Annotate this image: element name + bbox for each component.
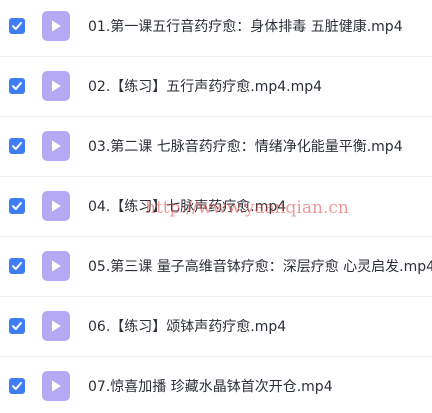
row-divider xyxy=(0,296,432,297)
video-file-icon xyxy=(42,131,70,161)
check-icon xyxy=(12,262,22,270)
list-item[interactable]: 05.第三课 量子高维音钵疗愈：深层疗愈 心灵启发.mp4 xyxy=(0,240,432,292)
list-item[interactable]: 03.第二课 七脉音药疗愈：情绪净化能量平衡.mp4 xyxy=(0,120,432,172)
check-icon xyxy=(12,322,22,330)
list-item[interactable]: 06.【练习】颂钵声药疗愈.mp4 xyxy=(0,300,432,352)
row-divider xyxy=(0,56,432,57)
check-icon xyxy=(12,202,22,210)
check-icon xyxy=(12,82,22,90)
row-divider xyxy=(0,356,432,357)
row-checkbox[interactable] xyxy=(9,138,25,154)
play-icon xyxy=(52,140,61,152)
file-name[interactable]: 04.【练习】七脉声药疗愈.mp4 xyxy=(88,196,286,216)
row-checkbox[interactable] xyxy=(9,378,25,394)
check-icon xyxy=(12,382,22,390)
row-divider xyxy=(0,176,432,177)
video-file-icon xyxy=(42,11,70,41)
list-item[interactable]: 04.【练习】七脉声药疗愈.mp4 xyxy=(0,180,432,232)
video-file-icon xyxy=(42,71,70,101)
file-name[interactable]: 03.第二课 七脉音药疗愈：情绪净化能量平衡.mp4 xyxy=(88,136,403,156)
row-divider xyxy=(0,236,432,237)
play-icon xyxy=(52,320,61,332)
video-file-icon xyxy=(42,311,70,341)
row-checkbox[interactable] xyxy=(9,258,25,274)
list-item[interactable]: 07.惊喜加播 珍藏水晶钵首次开仓.mp4 xyxy=(0,360,432,412)
check-icon xyxy=(12,22,22,30)
file-list: 01.第一课五行音药疗愈：身体排毒 五脏健康.mp4 02.【练习】五行声药疗愈… xyxy=(0,0,432,413)
play-icon xyxy=(52,80,61,92)
file-name[interactable]: 06.【练习】颂钵声药疗愈.mp4 xyxy=(88,316,286,336)
play-icon xyxy=(52,260,61,272)
row-checkbox[interactable] xyxy=(9,318,25,334)
file-name[interactable]: 07.惊喜加播 珍藏水晶钵首次开仓.mp4 xyxy=(88,376,333,396)
file-name[interactable]: 02.【练习】五行声药疗愈.mp4.mp4 xyxy=(88,76,322,96)
video-file-icon xyxy=(42,191,70,221)
file-name[interactable]: 05.第三课 量子高维音钵疗愈：深层疗愈 心灵启发.mp4 xyxy=(88,256,432,276)
video-file-icon xyxy=(42,251,70,281)
list-item[interactable]: 02.【练习】五行声药疗愈.mp4.mp4 xyxy=(0,60,432,112)
check-icon xyxy=(12,142,22,150)
video-file-icon xyxy=(42,371,70,401)
row-checkbox[interactable] xyxy=(9,198,25,214)
play-icon xyxy=(52,200,61,212)
row-divider xyxy=(0,116,432,117)
row-checkbox[interactable] xyxy=(9,18,25,34)
play-icon xyxy=(52,380,61,392)
list-item[interactable]: 01.第一课五行音药疗愈：身体排毒 五脏健康.mp4 xyxy=(0,0,432,52)
row-checkbox[interactable] xyxy=(9,78,25,94)
play-icon xyxy=(52,20,61,32)
file-name[interactable]: 01.第一课五行音药疗愈：身体排毒 五脏健康.mp4 xyxy=(88,16,403,36)
